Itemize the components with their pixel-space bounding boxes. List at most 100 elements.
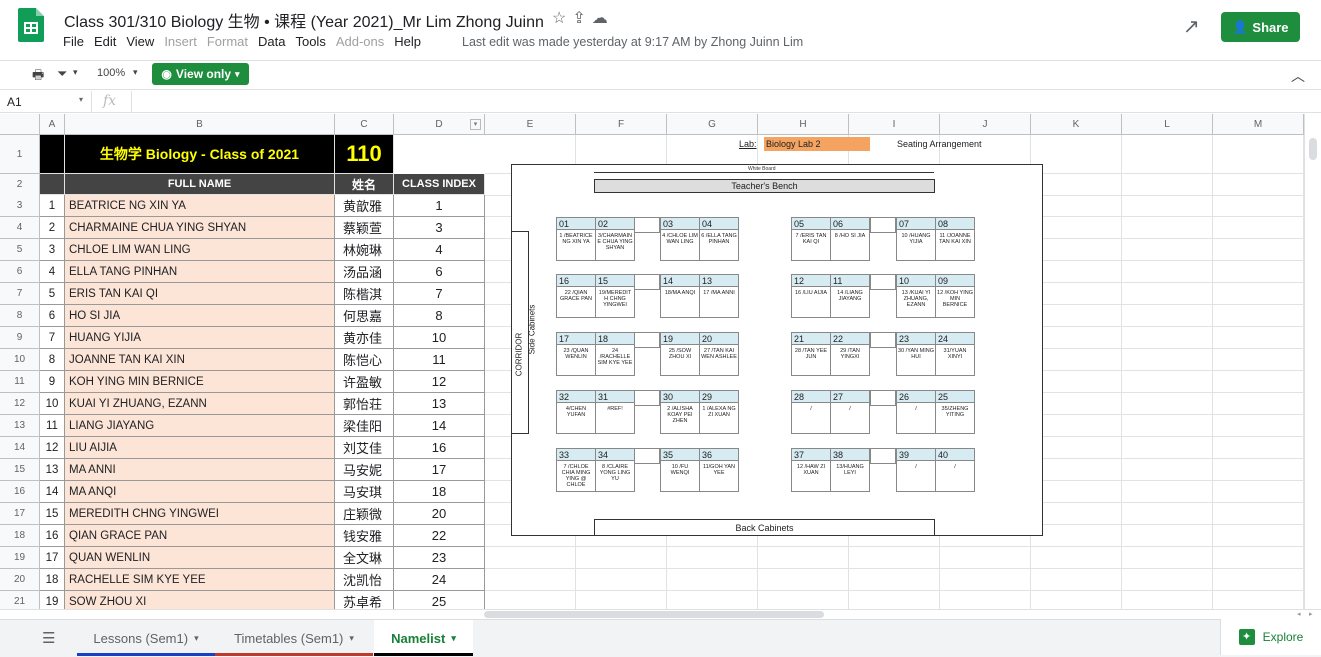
chinese-name-cell[interactable]: 黄歆雅: [335, 195, 394, 217]
empty-cell[interactable]: [1031, 239, 1122, 261]
empty-cell[interactable]: [1213, 217, 1304, 239]
empty-cell[interactable]: [1122, 481, 1213, 503]
column-header-e[interactable]: E: [485, 114, 576, 135]
name-box-dropdown-icon[interactable]: ▾: [79, 95, 83, 104]
empty-cell[interactable]: [1031, 415, 1122, 437]
empty-cell[interactable]: [1122, 415, 1213, 437]
empty-cell[interactable]: [1122, 569, 1213, 591]
empty-cell[interactable]: [849, 569, 940, 591]
view-only-button[interactable]: ◉ View only ▾: [152, 63, 249, 85]
zoom-select[interactable]: 100%: [97, 67, 125, 79]
empty-cell[interactable]: [1122, 174, 1213, 196]
empty-cell[interactable]: [1122, 283, 1213, 305]
empty-cell[interactable]: [1213, 437, 1304, 459]
row-header[interactable]: 18: [0, 525, 40, 547]
chinese-name-cell[interactable]: 陈楷淇: [335, 283, 394, 305]
empty-cell[interactable]: [1122, 459, 1213, 481]
empty-cell[interactable]: [1213, 135, 1304, 174]
empty-cell[interactable]: [1213, 481, 1304, 503]
student-name-cell[interactable]: CHARMAINE CHUA YING SHYAN: [65, 217, 335, 239]
chinese-name-cell[interactable]: 黄亦佳: [335, 327, 394, 349]
column-header-b[interactable]: B: [65, 114, 335, 135]
row-header[interactable]: 12: [0, 393, 40, 415]
horizontal-scrollbar[interactable]: ◂ ▸: [0, 609, 1321, 619]
empty-cell[interactable]: [576, 569, 667, 591]
empty-cell[interactable]: [667, 547, 758, 569]
row-header[interactable]: 19: [0, 547, 40, 569]
move-icon[interactable]: ⇪: [572, 10, 591, 27]
row-header[interactable]: 10: [0, 349, 40, 371]
menu-tools[interactable]: Tools: [295, 34, 325, 49]
class-index-cell[interactable]: 1: [394, 195, 485, 217]
empty-cell[interactable]: [1213, 525, 1304, 547]
empty-cell[interactable]: [1031, 305, 1122, 327]
empty-cell[interactable]: [1213, 415, 1304, 437]
student-name-cell[interactable]: MA ANNI: [65, 459, 335, 481]
empty-cell[interactable]: [1031, 437, 1122, 459]
column-header-k[interactable]: K: [1031, 114, 1122, 135]
chinese-name-cell[interactable]: 郭怡荘: [335, 393, 394, 415]
sheet-tab-timetables-sem1[interactable]: Timetables (Sem1) ▾: [215, 620, 373, 656]
empty-cell[interactable]: [1122, 371, 1213, 393]
empty-cell[interactable]: [1213, 459, 1304, 481]
student-name-cell[interactable]: CHLOE LIM WAN LING: [65, 239, 335, 261]
empty-cell[interactable]: [1122, 239, 1213, 261]
row-header[interactable]: 7: [0, 283, 40, 305]
student-name-cell[interactable]: LIANG JIAYANG: [65, 415, 335, 437]
chinese-name-cell[interactable]: 汤品涵: [335, 261, 394, 283]
row-header[interactable]: 3: [0, 195, 40, 217]
scroll-right-icon[interactable]: ▸: [1309, 610, 1313, 618]
empty-cell[interactable]: [485, 591, 576, 609]
select-all-corner[interactable]: [0, 114, 40, 135]
empty-cell[interactable]: [940, 591, 1031, 609]
chinese-name-cell[interactable]: 庄颖微: [335, 503, 394, 525]
row-header[interactable]: 4: [0, 217, 40, 239]
student-name-cell[interactable]: HO SI JIA: [65, 305, 335, 327]
empty-cell[interactable]: [1213, 195, 1304, 217]
scroll-left-icon[interactable]: ◂: [1297, 610, 1301, 618]
sheet-tab-lessons-sem1[interactable]: Lessons (Sem1) ▾: [77, 620, 215, 656]
seating-arrangement-image[interactable]: White Board Teacher's Bench CORRIDOR Sid…: [511, 164, 1043, 536]
empty-cell[interactable]: [1213, 283, 1304, 305]
student-name-cell[interactable]: QIAN GRACE PAN: [65, 525, 335, 547]
menu-edit[interactable]: Edit: [94, 34, 116, 49]
filter-icon[interactable]: ⏷: [57, 66, 67, 82]
star-icon[interactable]: ☆: [552, 10, 572, 27]
cloud-status-icon[interactable]: ☁: [592, 10, 614, 27]
row-header[interactable]: 1: [0, 135, 40, 174]
empty-cell[interactable]: [849, 547, 940, 569]
empty-cell[interactable]: [849, 591, 940, 609]
empty-cell[interactable]: [758, 569, 849, 591]
chevron-down-icon[interactable]: ▾: [451, 633, 456, 644]
class-index-cell[interactable]: 18: [394, 481, 485, 503]
last-edit-link[interactable]: Last edit was made yesterday at 9:17 AM …: [462, 35, 803, 49]
empty-cell[interactable]: [1213, 569, 1304, 591]
zoom-dropdown-icon[interactable]: ▾: [133, 67, 138, 78]
collapse-menu-icon[interactable]: ︿: [1291, 66, 1305, 86]
chinese-name-cell[interactable]: 蔡颖萱: [335, 217, 394, 239]
empty-cell[interactable]: [940, 569, 1031, 591]
empty-cell[interactable]: [1031, 393, 1122, 415]
chinese-name-cell[interactable]: 林婉琳: [335, 239, 394, 261]
menu-data[interactable]: Data: [258, 34, 285, 49]
sheet-tab-namelist[interactable]: Namelist ▾: [374, 620, 473, 656]
row-header[interactable]: 21: [0, 591, 40, 609]
student-name-cell[interactable]: SOW ZHOU XI: [65, 591, 335, 609]
empty-cell[interactable]: [1031, 283, 1122, 305]
menu-view[interactable]: View: [126, 34, 154, 49]
empty-cell[interactable]: [1031, 503, 1122, 525]
row-header[interactable]: 15: [0, 459, 40, 481]
lab-value-cell[interactable]: Biology Lab 2: [764, 137, 870, 151]
row-number-cell[interactable]: 7: [40, 327, 65, 349]
class-index-cell[interactable]: 16: [394, 437, 485, 459]
empty-cell[interactable]: [1031, 591, 1122, 609]
column-header-i[interactable]: I: [849, 114, 940, 135]
row-number-cell[interactable]: 12: [40, 437, 65, 459]
share-button[interactable]: 👤 Share: [1221, 12, 1300, 42]
empty-cell[interactable]: [1122, 327, 1213, 349]
student-name-cell[interactable]: KUAI YI ZHUANG, EZANN: [65, 393, 335, 415]
empty-cell[interactable]: [1122, 393, 1213, 415]
chinese-name-cell[interactable]: 何思嘉: [335, 305, 394, 327]
chinese-name-cell[interactable]: 沈凯怡: [335, 569, 394, 591]
empty-cell[interactable]: [1031, 569, 1122, 591]
